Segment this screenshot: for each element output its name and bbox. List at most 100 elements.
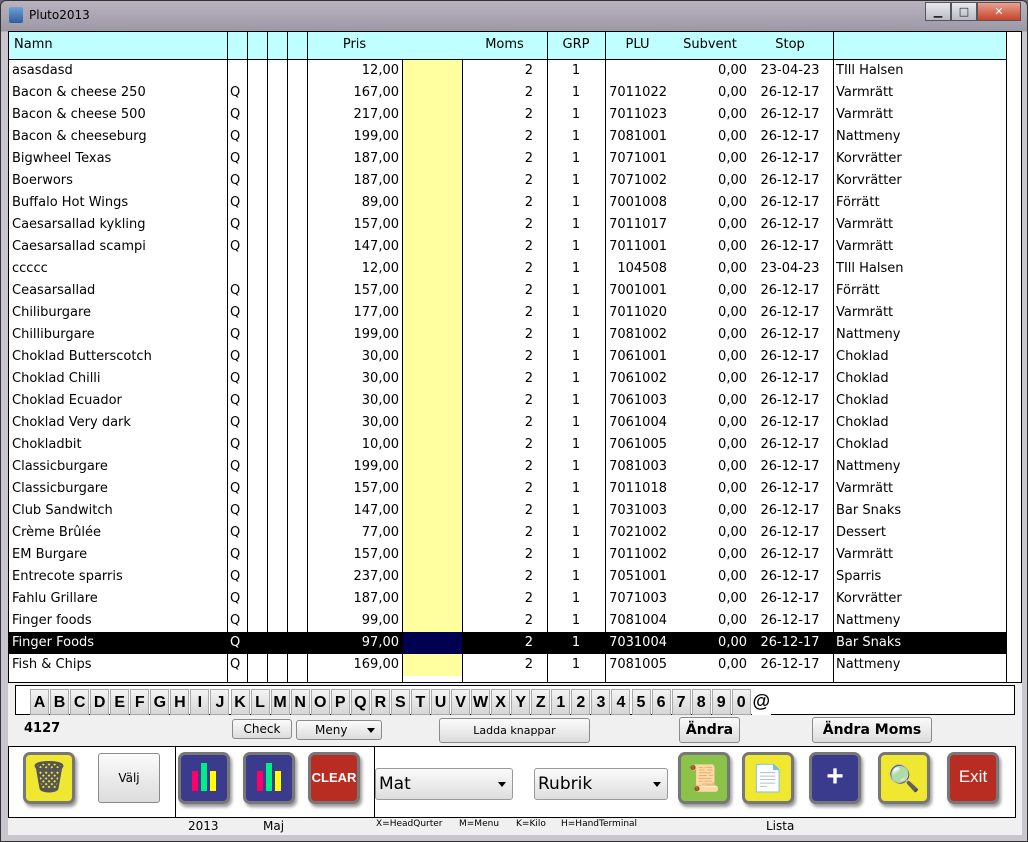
letter-button-f[interactable]: F — [130, 689, 150, 715]
stats-button-1[interactable] — [178, 752, 230, 804]
document-button[interactable]: 📄 — [742, 752, 794, 804]
table-row[interactable]: asasdasd 12,00 2 1 0,00 23-04-23 TIll Halsen — [9, 60, 1006, 82]
price-highlight-cell[interactable] — [402, 368, 462, 390]
letter-button-k[interactable]: K — [230, 689, 250, 715]
letter-button-9[interactable]: 9 — [711, 689, 731, 715]
letter-button-t[interactable]: T — [410, 689, 430, 715]
table-row[interactable]: Ceasarsallad Q 157,00 2 1 7001001 0,00 26-12-17… — [9, 280, 1006, 302]
price-highlight-cell[interactable] — [402, 654, 462, 676]
price-highlight-cell[interactable] — [402, 544, 462, 566]
price-highlight-cell[interactable] — [402, 104, 462, 126]
price-highlight-cell[interactable] — [402, 302, 462, 324]
add-button[interactable]: + — [809, 752, 861, 804]
price-highlight-cell[interactable] — [402, 170, 462, 192]
price-highlight-cell[interactable] — [402, 192, 462, 214]
exit-button[interactable]: Exit — [947, 752, 999, 804]
menu-dropdown[interactable]: Meny — [296, 720, 382, 740]
delete-button[interactable]: 🗑 — [23, 752, 75, 804]
price-highlight-cell[interactable] — [402, 60, 462, 82]
col-plu[interactable]: PLU — [605, 32, 670, 59]
table-row[interactable]: Chiliburgare Q 177,00 2 1 7011020 0,00 26-12-17… — [9, 302, 1006, 324]
price-highlight-cell[interactable] — [402, 324, 462, 346]
letter-button-b[interactable]: B — [50, 689, 70, 715]
letter-button-7[interactable]: 7 — [671, 689, 691, 715]
letter-button-n[interactable]: N — [290, 689, 310, 715]
close-button[interactable]: ✕ — [977, 2, 1021, 21]
category-dropdown[interactable]: Mat — [375, 768, 513, 800]
price-highlight-cell[interactable] — [402, 390, 462, 412]
letter-button-w[interactable]: W — [471, 689, 491, 715]
price-highlight-cell[interactable] — [402, 412, 462, 434]
col-group[interactable]: GRP — [547, 32, 605, 59]
price-highlight-cell[interactable] — [402, 126, 462, 148]
letter-button-u[interactable]: U — [431, 689, 450, 715]
col-stop[interactable]: Stop — [750, 32, 830, 59]
price-highlight-cell[interactable] — [402, 214, 462, 236]
table-row[interactable]: Crème Brûlée Q 77,00 2 1 7021002 0,00 26-12-17 D… — [9, 522, 1006, 544]
letter-button-p[interactable]: P — [330, 689, 350, 715]
table-row[interactable]: Choklad Butterscotch Q 30,00 2 1 7061001 0,00 2… — [9, 346, 1006, 368]
letter-button-y[interactable]: Y — [511, 689, 531, 715]
price-highlight-cell[interactable] — [402, 346, 462, 368]
price-highlight-cell[interactable] — [402, 588, 462, 610]
letter-button-v[interactable]: V — [451, 689, 471, 715]
table-row[interactable]: Entrecote sparris Q 237,00 2 1 7051001 0,00 26-… — [9, 566, 1006, 588]
table-row[interactable]: Buffalo Hot Wings Q 89,00 2 1 7001008 0,00 26-1… — [9, 192, 1006, 214]
table-row[interactable]: Finger Foods Q 97,00 2 1 7031004 0,00 26-12-17 B… — [9, 632, 1006, 654]
letter-button-0[interactable]: 0 — [731, 689, 751, 715]
table-row[interactable]: Fahlu Grillare Q 187,00 2 1 7071003 0,00 26-12-… — [9, 588, 1006, 610]
letter-button-m[interactable]: M — [270, 689, 290, 715]
price-highlight-cell[interactable] — [402, 500, 462, 522]
check-button[interactable]: Check — [232, 719, 292, 739]
minimize-button[interactable]: ▁ — [925, 2, 951, 21]
letter-button-e[interactable]: E — [110, 689, 130, 715]
letter-button-j[interactable]: J — [210, 689, 230, 715]
table-row[interactable]: Choklad Very dark Q 30,00 2 1 7061004 0,00 26-1… — [9, 412, 1006, 434]
scroll-button[interactable]: 📜 — [678, 752, 730, 804]
letter-button-4[interactable]: 4 — [611, 689, 631, 715]
table-row[interactable]: Fish & Chips Q 169,00 2 1 7081005 0,00 26-12-17… — [9, 654, 1006, 676]
col-vat[interactable]: Moms — [462, 32, 547, 59]
col-price[interactable]: Pris — [307, 32, 402, 59]
table-row[interactable]: Caesarsallad kykling Q 157,00 2 1 7011017 0,00… — [9, 214, 1006, 236]
letter-button-d[interactable]: D — [90, 689, 110, 715]
select-button[interactable]: Välj — [98, 753, 160, 803]
table-row[interactable]: Finger foods Q 99,00 2 1 7081004 0,00 26-12-17 N… — [9, 610, 1006, 632]
table-row[interactable]: EM Burgare Q 157,00 2 1 7011002 0,00 26-12-17 Va… — [9, 544, 1006, 566]
letter-button-5[interactable]: 5 — [631, 689, 651, 715]
table-row[interactable]: ccccc 12,00 2 1 104508 0,00 23-04-23 TIll Halse… — [9, 258, 1006, 280]
letter-button-3[interactable]: 3 — [591, 689, 611, 715]
table-row[interactable]: Classicburgare Q 199,00 2 1 7081003 0,00 26-12-… — [9, 456, 1006, 478]
price-highlight-cell[interactable] — [402, 522, 462, 544]
clear-button[interactable]: CLEAR — [308, 752, 360, 804]
heading-dropdown[interactable]: Rubrik — [534, 768, 668, 800]
stats-button-2[interactable] — [243, 752, 295, 804]
letter-button-i[interactable]: I — [190, 689, 210, 715]
table-row[interactable]: Classicburgare Q 157,00 2 1 7011018 0,00 26-12-… — [9, 478, 1006, 500]
table-row[interactable]: Bigwheel Texas Q 187,00 2 1 7071001 0,00 26-12-… — [9, 148, 1006, 170]
letter-button-c[interactable]: C — [70, 689, 90, 715]
letter-button-8[interactable]: 8 — [691, 689, 711, 715]
price-highlight-cell[interactable] — [402, 434, 462, 456]
letter-button-z[interactable]: Z — [531, 689, 551, 715]
table-row[interactable]: Bacon & cheese 500 Q 217,00 2 1 7011023 0,00 26… — [9, 104, 1006, 126]
product-table[interactable]: Namn Pris Moms GRP PLU Subvent Stop asas… — [8, 31, 1022, 683]
letter-button-g[interactable]: G — [150, 689, 170, 715]
letter-button-o[interactable]: O — [310, 689, 330, 715]
letter-button-1[interactable]: 1 — [551, 689, 571, 715]
price-highlight-cell[interactable] — [402, 610, 462, 632]
price-highlight-cell[interactable] — [402, 632, 462, 654]
letter-button-s[interactable]: S — [390, 689, 410, 715]
letter-button-2[interactable]: 2 — [571, 689, 591, 715]
col-subsidy[interactable]: Subvent — [670, 32, 750, 59]
load-buttons-button[interactable]: Ladda knappar — [439, 718, 590, 743]
price-highlight-cell[interactable] — [402, 148, 462, 170]
maximize-button[interactable]: □ — [951, 2, 977, 21]
table-row[interactable]: Club Sandwitch Q 147,00 2 1 7031003 0,00 26-12-… — [9, 500, 1006, 522]
letter-button-6[interactable]: 6 — [651, 689, 671, 715]
price-highlight-cell[interactable] — [402, 280, 462, 302]
table-row[interactable]: Boerwors Q 187,00 2 1 7071002 0,00 26-12-17 Korv… — [9, 170, 1006, 192]
letter-button-r[interactable]: R — [370, 689, 390, 715]
table-row[interactable]: Choklad Chilli Q 30,00 2 1 7061002 0,00 26-12-1… — [9, 368, 1006, 390]
price-highlight-cell[interactable] — [402, 236, 462, 258]
